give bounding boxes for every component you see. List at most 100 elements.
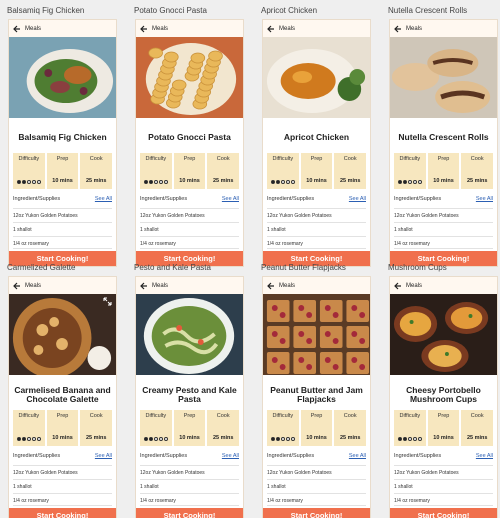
artboard[interactable]: Carmelized Galette Meals Carmelised Bana… [7,263,117,518]
cook-value: 25 mins [212,435,234,441]
difficulty-label: Difficulty [18,156,40,162]
recipe-title: Cheesy Portobello Mushroom Cups [406,384,481,404]
see-all-link[interactable]: See All [222,196,239,202]
start-cooking-button[interactable]: Start Cooking! [390,508,497,518]
ingredient-item: 1 shallot [394,479,493,492]
see-all-link[interactable]: See All [222,453,239,459]
artboard[interactable]: Apricot Chicken Meals Apricot Chicken Di… [261,6,371,267]
recipe-photo [136,294,243,375]
artboard[interactable]: Potato Gnocci Pasta Meals Potato Gnocci … [134,6,244,267]
start-cooking-button[interactable]: Start Cooking! [136,508,243,518]
phone-screen: Meals Nutella Crescent Rolls Difficulty … [389,19,498,267]
ingredient-item: 1/4 oz rosemary [267,236,366,249]
prep-label: Prep [183,413,196,419]
ingredients-header: Ingredient/Supplies See All [267,453,366,459]
artboard[interactable]: Pesto and Kale Pasta Meals Creamy Pesto … [134,263,244,518]
ingredients-label: Ingredient/Supplies [394,196,442,202]
ingredient-item: 1/4 oz rosemary [394,236,493,249]
difficulty-label: Difficulty [18,413,40,419]
ingredient-item: 1 shallot [267,479,366,492]
prep-stat: Prep 10 mins [173,410,206,446]
nav-meals-label[interactable]: Meals [152,283,168,289]
difficulty-dot [36,437,41,441]
recipe-card: Apricot Chicken Difficulty Prep 10 mins … [263,118,370,266]
difficulty-label: Difficulty [399,156,421,162]
prep-value: 10 mins [306,178,327,184]
phone-screen: Meals Apricot Chicken Difficulty Prep 10… [262,19,371,267]
difficulty-dot [163,180,168,184]
expand-icon[interactable] [103,297,112,306]
recipe-title: Apricot Chicken [283,132,350,143]
nav-meals-label[interactable]: Meals [152,26,168,32]
ingredient-item: 1 shallot [13,222,112,235]
prep-label: Prep [437,413,450,419]
difficulty-stat: Difficulty [13,410,45,446]
difficulty-stat: Difficulty [267,410,299,446]
difficulty-dot [158,437,163,441]
phone-screen: Meals Balsamiq Fig Chicken Difficulty Pr… [8,19,117,267]
difficulty-dot [148,437,153,441]
difficulty-dot [21,437,26,441]
cook-value: 25 mins [339,435,361,441]
artboard[interactable]: Balsamiq Fig Chicken Meals Balsamiq Fig … [7,6,117,267]
difficulty-dot [402,180,407,184]
phone-screen: Meals Cheesy Portobello Mushroom Cups Di… [389,276,498,518]
nav-meals-label[interactable]: Meals [25,26,41,32]
phone-screen: Meals Peanut Butter and Jam Flapjacks Di… [262,276,371,518]
artboard[interactable]: Mushroom Cups Meals Cheesy Portobello Mu… [388,263,498,518]
prep-stat: Prep 10 mins [46,153,79,189]
nav-meals-label[interactable]: Meals [25,283,41,289]
prep-stat: Prep 10 mins [427,153,460,189]
recipe-card: Creamy Pesto and Kale Pasta Difficulty P… [136,375,243,518]
see-all-link[interactable]: See All [476,196,493,202]
cook-stat: Cook 25 mins [334,410,367,446]
ingredient-item: 1/4 oz rosemary [13,236,112,249]
nav-meals-label[interactable]: Meals [406,26,422,32]
see-all-link[interactable]: See All [349,453,366,459]
back-arrow-icon[interactable] [267,25,275,33]
difficulty-rating [270,180,295,184]
ingredient-item: 12oz Yukon Golden Potatoes [13,208,112,221]
recipe-photo [9,294,116,375]
cook-stat: Cook 25 mins [461,410,494,446]
back-arrow-icon[interactable] [13,25,21,33]
difficulty-dot [31,437,36,441]
nav-meals-label[interactable]: Meals [279,26,295,32]
artboard[interactable]: Peanut Butter Flapjacks Meals Peanut But… [261,263,371,518]
prep-value: 10 mins [179,178,200,184]
start-cooking-button[interactable]: Start Cooking! [9,508,116,518]
see-all-link[interactable]: See All [95,196,112,202]
difficulty-stat: Difficulty [140,153,172,189]
cook-stat: Cook 25 mins [207,153,240,189]
see-all-link[interactable]: See All [95,453,112,459]
prep-label: Prep [310,413,323,419]
back-arrow-icon[interactable] [140,282,148,290]
difficulty-label: Difficulty [399,413,421,419]
prep-stat: Prep 10 mins [300,410,333,446]
back-arrow-icon[interactable] [13,282,21,290]
recipe-title: Potato Gnocci Pasta [148,132,231,143]
nav-meals-label[interactable]: Meals [406,283,422,289]
ingredient-item: 1 shallot [140,479,239,492]
artboard-title: Peanut Butter Flapjacks [261,263,346,272]
difficulty-dot [16,180,21,184]
difficulty-stat: Difficulty [13,153,45,189]
top-nav: Meals [136,277,243,294]
start-cooking-button[interactable]: Start Cooking! [263,508,370,518]
back-arrow-icon[interactable] [140,25,148,33]
ingredient-item: 1 shallot [267,222,366,235]
phone-screen: Meals Carmelised Banana and Chocolate Ga… [8,276,117,518]
back-arrow-icon[interactable] [394,282,402,290]
recipe-title: Carmelised Banana and Chocolate Galette [14,384,111,404]
difficulty-dot [148,180,153,184]
difficulty-dot [397,437,402,441]
difficulty-dot [36,180,41,184]
see-all-link[interactable]: See All [349,196,366,202]
back-arrow-icon[interactable] [394,25,402,33]
back-arrow-icon[interactable] [267,282,275,290]
artboard[interactable]: Nutella Crescent Rolls Meals Nutella Cre… [388,6,498,267]
see-all-link[interactable]: See All [476,453,493,459]
recipe-stats: Difficulty Prep 10 mins Cook 25 mins [140,410,240,446]
difficulty-label: Difficulty [272,156,294,162]
nav-meals-label[interactable]: Meals [279,283,295,289]
